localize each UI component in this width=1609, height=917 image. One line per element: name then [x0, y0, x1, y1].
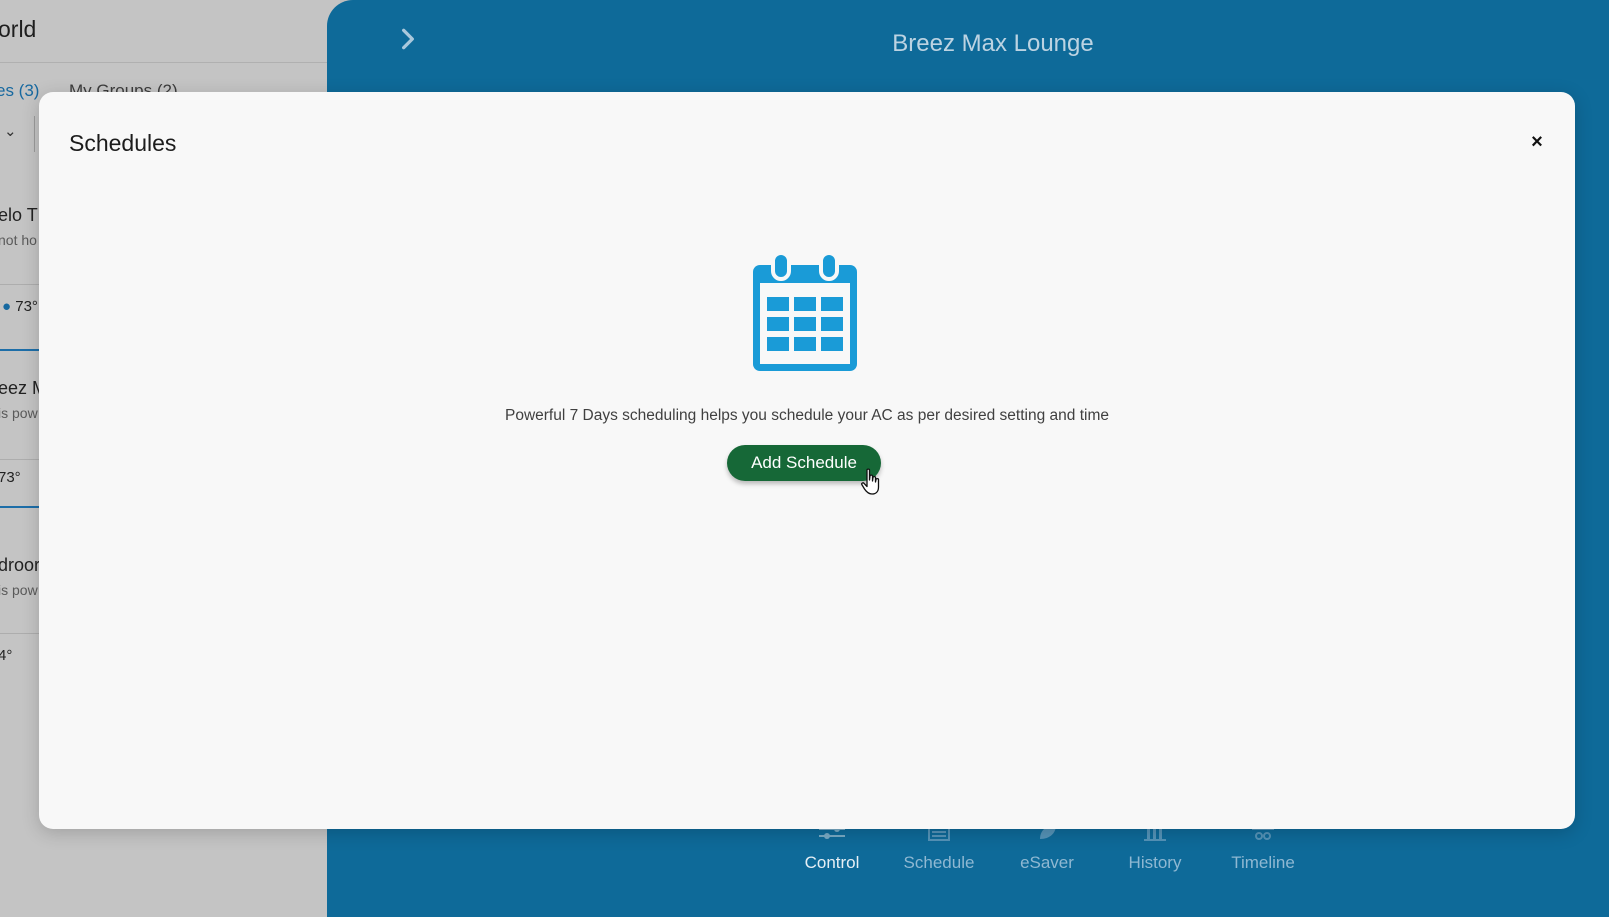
device-name: droor	[0, 555, 41, 575]
modal-title: Schedules	[69, 130, 177, 156]
device-temp: 4°	[0, 647, 13, 664]
schedules-modal: Schedules × Powerful 7 Days scheduling h…	[39, 92, 1575, 829]
chevron-down-icon: ⌄	[4, 123, 17, 140]
hand-cursor-icon	[861, 468, 880, 495]
nav-label: eSaver	[1020, 853, 1074, 872]
nav-label: Schedule	[903, 853, 975, 872]
nav-label: Control	[804, 853, 860, 872]
thermometer-icon: ●	[2, 298, 12, 315]
device-temp: ● 73°	[2, 298, 38, 315]
device-status: not ho	[0, 232, 37, 248]
header-divider	[0, 62, 340, 63]
close-button[interactable]: ×	[1525, 130, 1549, 154]
filter-dropdown[interactable]: ⌄	[0, 116, 35, 152]
add-schedule-button[interactable]: Add Schedule	[727, 445, 881, 481]
empty-state-message: Powerful 7 Days scheduling helps you sch…	[505, 407, 1109, 424]
calendar-icon	[753, 253, 857, 371]
device-title: Breez Max Lounge	[892, 30, 1094, 57]
tab-devices[interactable]: es (3)	[0, 81, 39, 101]
close-icon: ×	[1531, 130, 1543, 153]
nav-label: Timeline	[1231, 853, 1295, 872]
world-title: orld	[0, 16, 37, 42]
device-status: is pow	[0, 582, 38, 598]
device-status: is pow	[0, 405, 38, 421]
active-card-indicator	[0, 506, 40, 508]
nav-label: History	[1128, 853, 1182, 872]
device-temp: 73°	[0, 469, 21, 486]
